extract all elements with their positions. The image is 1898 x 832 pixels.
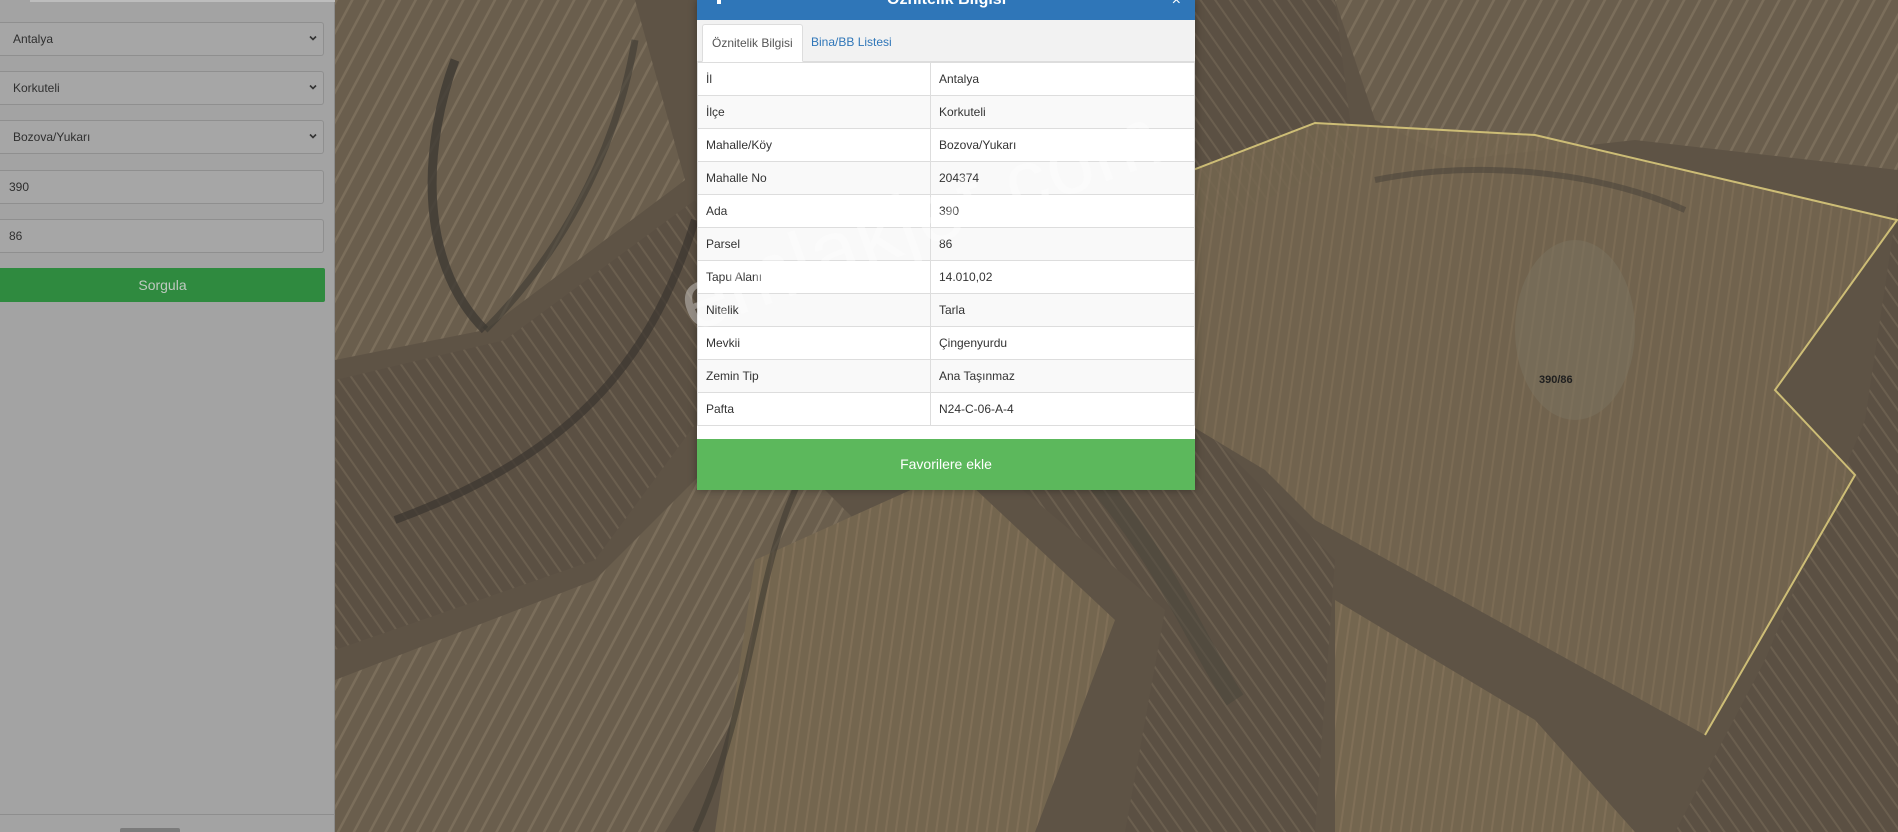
modal-header: Öznitelik Bilgisi × bbox=[697, 0, 1195, 20]
chevron-down-icon bbox=[309, 83, 317, 91]
modal-title: Öznitelik Bilgisi bbox=[887, 0, 1006, 9]
block-input-value: 390 bbox=[9, 180, 30, 194]
table-row: Mevkii Çingenyurdu bbox=[697, 326, 1195, 360]
parcel-input-value: 86 bbox=[9, 229, 23, 243]
table-row: İl Antalya bbox=[697, 62, 1195, 96]
close-icon[interactable]: × bbox=[1172, 0, 1181, 10]
panel-divider bbox=[0, 814, 335, 815]
search-panel: Antalya Korkuteli Bozova/Yukarı 390 86 S… bbox=[0, 0, 335, 832]
row-value: 14.010,02 bbox=[930, 260, 1195, 294]
row-value: Tarla bbox=[930, 293, 1195, 327]
row-key: Zemin Tip bbox=[697, 359, 931, 393]
add-to-favorites-button[interactable]: Favorilere ekle bbox=[697, 439, 1195, 490]
row-value: N24-C-06-A-4 bbox=[930, 392, 1195, 426]
chevron-down-icon bbox=[309, 132, 317, 140]
province-select-value: Antalya bbox=[13, 32, 54, 46]
info-icon bbox=[717, 0, 721, 4]
row-key: İl bbox=[697, 62, 931, 96]
table-row: Pafta N24-C-06-A-4 bbox=[697, 392, 1195, 426]
district-select[interactable]: Korkuteli bbox=[0, 71, 324, 105]
modal-tabs: Öznitelik Bilgisi Bina/BB Listesi bbox=[697, 20, 1195, 62]
province-select[interactable]: Antalya bbox=[0, 22, 324, 56]
chevron-down-icon bbox=[309, 34, 317, 42]
parcel-input[interactable]: 86 bbox=[0, 219, 324, 253]
row-key: Mahalle/Köy bbox=[697, 128, 931, 162]
parcel-map-label: 390/86 bbox=[1539, 374, 1573, 386]
panel-bottom-tab[interactable] bbox=[120, 828, 180, 832]
row-value: Ana Taşınmaz bbox=[930, 359, 1195, 393]
district-select-value: Korkuteli bbox=[13, 81, 60, 95]
row-key: İlçe bbox=[697, 95, 931, 129]
row-key: Pafta bbox=[697, 392, 931, 426]
row-value: Çingenyurdu bbox=[930, 326, 1195, 360]
table-row: Zemin Tip Ana Taşınmaz bbox=[697, 359, 1195, 393]
row-value: Antalya bbox=[930, 62, 1195, 96]
tab-building-list[interactable]: Bina/BB Listesi bbox=[802, 24, 901, 62]
panel-top-edge bbox=[30, 0, 335, 2]
tab-attribute-info[interactable]: Öznitelik Bilgisi bbox=[702, 24, 803, 62]
neighborhood-select[interactable]: Bozova/Yukarı bbox=[0, 120, 324, 154]
query-button[interactable]: Sorgula bbox=[0, 268, 325, 302]
block-input[interactable]: 390 bbox=[0, 170, 324, 204]
neighborhood-select-value: Bozova/Yukarı bbox=[13, 130, 91, 144]
